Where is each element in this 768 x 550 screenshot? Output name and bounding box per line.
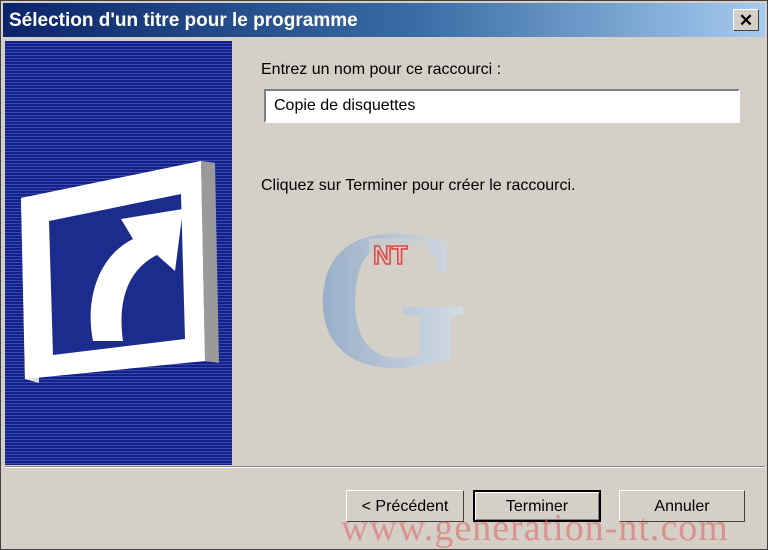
wizard-content: Entrez un nom pour ce raccourci : Clique…	[232, 41, 765, 465]
title-bar[interactable]: Sélection d'un titre pour le programme ✕	[3, 3, 765, 37]
wizard-banner	[5, 41, 232, 465]
shortcut-name-input[interactable]	[264, 89, 740, 123]
button-separator	[5, 466, 765, 468]
shortcut-arrow-icon	[21, 161, 219, 383]
instruction-text: Cliquez sur Terminer pour créer le racco…	[261, 177, 576, 194]
window-title: Sélection d'un titre pour le programme	[9, 10, 358, 31]
logo-letter: G	[313, 196, 469, 386]
dialog-window: Sélection d'un titre pour le programme ✕…	[0, 0, 768, 550]
generation-nt-logo-watermark: G NT	[313, 196, 469, 386]
logo-badge: NT	[373, 240, 408, 270]
close-icon: ✕	[738, 10, 754, 30]
name-label: Entrez un nom pour ce raccourci :	[261, 61, 502, 78]
watermark-url: www.generation-nt.com	[341, 507, 729, 549]
close-button[interactable]: ✕	[733, 9, 759, 31]
